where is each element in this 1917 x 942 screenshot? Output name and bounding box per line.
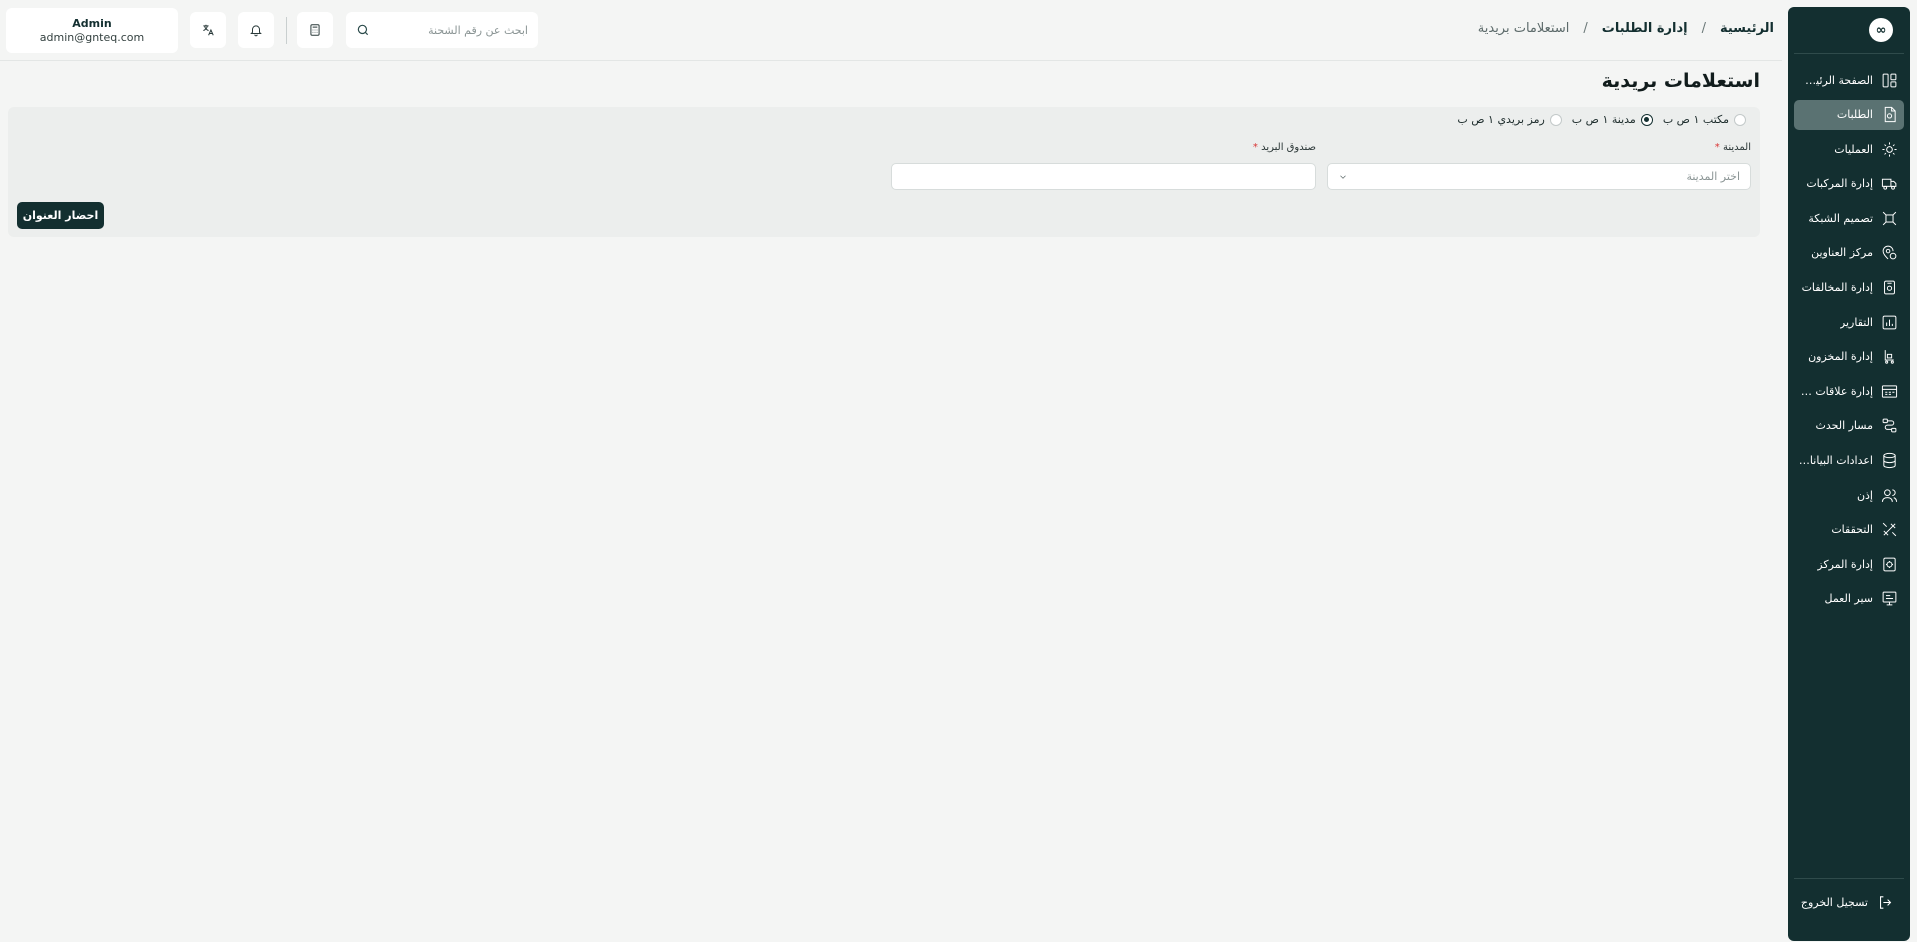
sidebar-item-reports[interactable]: التقارير xyxy=(1794,307,1904,337)
radio-postalcode-pobox[interactable]: رمز بريدي ١ ص ب xyxy=(1457,113,1562,126)
required-mark: * xyxy=(1252,142,1258,153)
sidebar-item-event-route[interactable]: مسار الحدث xyxy=(1794,411,1904,441)
sidebar-item-label: مسار الحدث xyxy=(1815,419,1873,433)
search-icon[interactable] xyxy=(356,23,370,37)
calculator-icon xyxy=(310,24,320,36)
radio-label: مكتب ١ ص ب xyxy=(1662,113,1729,126)
users-icon xyxy=(1880,486,1898,504)
search-input[interactable] xyxy=(378,23,528,37)
network-icon xyxy=(1880,209,1898,227)
violations-icon xyxy=(1880,279,1898,297)
user-email: admin@gnteq.com xyxy=(39,30,145,44)
radio-button[interactable] xyxy=(1549,113,1562,126)
city-select[interactable]: اختر المدينة xyxy=(1327,163,1751,190)
shipment-search xyxy=(346,12,538,48)
sidebar-item-operations[interactable]: العمليات xyxy=(1794,134,1904,164)
sidebar-item-label: التقارير xyxy=(1839,315,1873,329)
sidebar-item-label: تصميم الشبكة xyxy=(1808,211,1873,225)
city-label: المدينة * xyxy=(1715,142,1751,153)
sidebar-item-inventory[interactable]: إدارة المخزون xyxy=(1794,342,1904,372)
pobox-input[interactable] xyxy=(891,163,1316,190)
center-icon xyxy=(1880,555,1898,573)
sidebar-item-center[interactable]: إدارة المركز xyxy=(1794,549,1904,579)
sidebar-item-dashboard[interactable]: الصفحة الرئيسية xyxy=(1794,65,1904,95)
sidebar-item-label: العمليات xyxy=(1834,142,1873,156)
breadcrumb-home[interactable]: الرئيسية xyxy=(1720,21,1774,36)
breadcrumb-separator: / xyxy=(1583,21,1588,36)
sidebar-item-label: مركز العناوين xyxy=(1811,246,1873,260)
route-icon xyxy=(1880,417,1898,435)
sidebar-item-crm[interactable]: إدارة علاقات العملاء xyxy=(1794,376,1904,406)
breadcrumb-orders-management[interactable]: إدارة الطلبات xyxy=(1602,21,1688,36)
sidebar-item-network[interactable]: تصميم الشبكة xyxy=(1794,203,1904,233)
calculator-button[interactable] xyxy=(297,12,333,48)
sidebar-item-label: إدارة المركز xyxy=(1817,557,1873,571)
workflow-icon xyxy=(1880,590,1898,608)
page-title: استعلامات بريدية xyxy=(1601,70,1760,92)
radio-button-checked[interactable] xyxy=(1640,113,1653,126)
notifications-button[interactable] xyxy=(238,12,274,48)
radio-button[interactable] xyxy=(1734,113,1746,126)
topbar-divider xyxy=(286,17,287,44)
orders-icon xyxy=(1880,106,1898,124)
radio-city-pobox[interactable]: مدينة ١ ص ب xyxy=(1572,113,1653,126)
truck-icon xyxy=(1880,175,1898,193)
logout-button[interactable]: تسجيل الخروج xyxy=(1798,893,1900,911)
breadcrumb-current: استعلامات بريدية xyxy=(1477,21,1570,36)
sidebar: ∞ الصفحة الرئيسية الطلبات العمليات إدارة… xyxy=(1788,7,1910,941)
logout-label: تسجيل الخروج xyxy=(1800,895,1868,909)
sidebar-item-label: إذن xyxy=(1856,488,1873,502)
sidebar-item-data-settings[interactable]: اعدادات البيانات... xyxy=(1794,446,1904,476)
operations-icon xyxy=(1880,140,1898,158)
postal-query-form: مكتب ١ ص ب مدينة ١ ص ب رمز بريدي ١ ص ب ا… xyxy=(8,107,1760,237)
language-button[interactable] xyxy=(190,12,226,48)
radio-office-pobox[interactable]: مكتب ١ ص ب xyxy=(1663,113,1746,126)
sidebar-nav: الصفحة الرئيسية الطلبات العمليات إدارة ا… xyxy=(1788,54,1910,619)
database-icon xyxy=(1880,452,1898,470)
topbar: الرئيسية / إدارة الطلبات / استعلامات بري… xyxy=(0,0,1782,61)
translate-icon xyxy=(203,24,214,36)
sidebar-item-orders[interactable]: الطلبات xyxy=(1794,99,1904,130)
sidebar-item-violations[interactable]: إدارة المخالفات xyxy=(1794,273,1904,303)
sidebar-item-vehicles[interactable]: إدارة المركبات xyxy=(1794,169,1904,199)
fetch-address-button[interactable]: احضار العنوان xyxy=(17,202,104,229)
sidebar-item-label: إدارة المخالفات xyxy=(1801,281,1873,295)
dashboard-icon xyxy=(1880,71,1898,89)
logo-area: ∞ xyxy=(1794,7,1904,54)
sidebar-item-label: التحققات xyxy=(1831,523,1873,537)
breadcrumb: الرئيسية / إدارة الطلبات / استعلامات بري… xyxy=(1478,21,1774,36)
sidebar-item-addresses[interactable]: مركز العناوين xyxy=(1794,238,1904,268)
pobox-label-text: صندوق البريد xyxy=(1261,142,1316,153)
city-label-text: المدينة xyxy=(1722,142,1751,153)
required-mark: * xyxy=(1714,142,1720,153)
sidebar-item-label: الصفحة الرئيسية xyxy=(1798,73,1873,87)
inventory-icon xyxy=(1880,348,1898,366)
sidebar-item-label: إدارة علاقات العملاء xyxy=(1798,384,1873,398)
chevron-down-icon xyxy=(1340,175,1346,179)
city-select-placeholder: اختر المدينة xyxy=(1686,170,1740,183)
breadcrumb-separator: / xyxy=(1701,21,1706,36)
query-type-radio-group: مكتب ١ ص ب مدينة ١ ص ب رمز بريدي ١ ص ب xyxy=(1457,113,1746,126)
user-name: Admin xyxy=(72,17,112,31)
sidebar-item-label: إدارة المخزون xyxy=(1808,350,1873,364)
sidebar-item-workflow[interactable]: سير العمل xyxy=(1794,584,1904,614)
bell-icon xyxy=(250,25,262,37)
logo-icon[interactable]: ∞ xyxy=(1869,18,1893,42)
pobox-label: صندوق البريد * xyxy=(1253,142,1316,153)
radio-label: رمز بريدي ١ ص ب xyxy=(1457,113,1545,126)
location-icon xyxy=(1880,244,1898,262)
logout-icon xyxy=(1876,893,1894,911)
reports-icon xyxy=(1880,313,1898,331)
sidebar-item-label: إدارة المركبات xyxy=(1806,177,1873,191)
logout-area: تسجيل الخروج xyxy=(1794,878,1904,941)
radio-label: مدينة ١ ص ب xyxy=(1571,113,1636,126)
crm-icon xyxy=(1880,382,1898,400)
sidebar-item-label: سير العمل xyxy=(1824,592,1873,606)
sidebar-item-permission[interactable]: إذن xyxy=(1794,480,1904,510)
user-profile[interactable]: Admin admin@gnteq.com xyxy=(6,8,178,53)
sidebar-item-label: الطلبات xyxy=(1836,108,1873,122)
sidebar-item-label: اعدادات البيانات... xyxy=(1798,454,1873,468)
sidebar-item-verifications[interactable]: التحققات xyxy=(1794,515,1904,545)
tools-icon xyxy=(1880,521,1898,539)
